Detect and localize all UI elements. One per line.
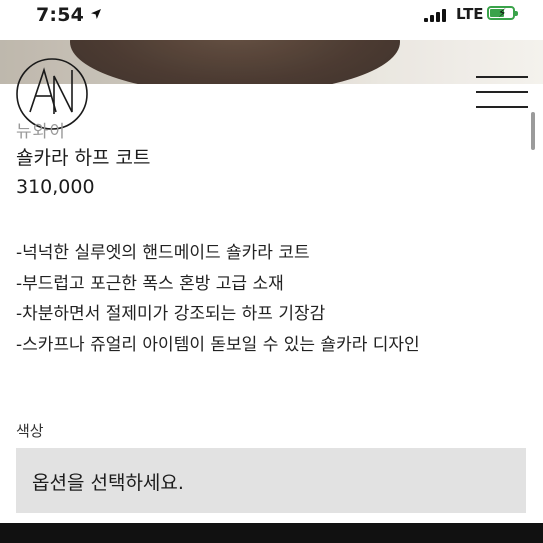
color-option-label: 색상 <box>16 422 44 440</box>
option-select-placeholder: 옵션을 선택하세요. <box>32 472 184 494</box>
color-option-select[interactable]: 옵션을 선택하세요. <box>16 448 526 513</box>
description-line: -스카프나 쥬얼리 아이템이 돋보일 수 있는 숄카라 디자인 <box>16 334 420 355</box>
description-line: -차분하면서 절제미가 강조되는 하프 기장감 <box>16 304 326 324</box>
description-line: -넉넉한 실루엣의 핸드메이드 숄카라 코트 <box>16 243 310 263</box>
brand-name: 뉴와이 <box>16 122 66 142</box>
cellular-signal-icon <box>424 9 450 22</box>
menu-button[interactable] <box>476 76 528 110</box>
battery-charging-icon: ⚡ <box>487 6 518 20</box>
description-line: -부드럽고 포근한 폭스 혼방 고급 소재 <box>16 273 284 294</box>
status-bar: 7:54 LTE ⚡ <box>0 0 543 32</box>
product-price: 310,000 <box>16 176 95 198</box>
product-description: -넉넉한 실루엣의 핸드메이드 숄카라 코트 -부드럽고 포근한 폭스 혼방 고… <box>16 238 420 360</box>
location-arrow-icon <box>91 9 101 19</box>
status-time: 7:54 <box>36 4 85 26</box>
network-type: LTE <box>456 5 484 23</box>
scrollbar-thumb[interactable] <box>531 112 535 150</box>
bottom-action-bar <box>0 523 543 543</box>
product-name: 숄카라 하프 코트 <box>16 147 151 169</box>
